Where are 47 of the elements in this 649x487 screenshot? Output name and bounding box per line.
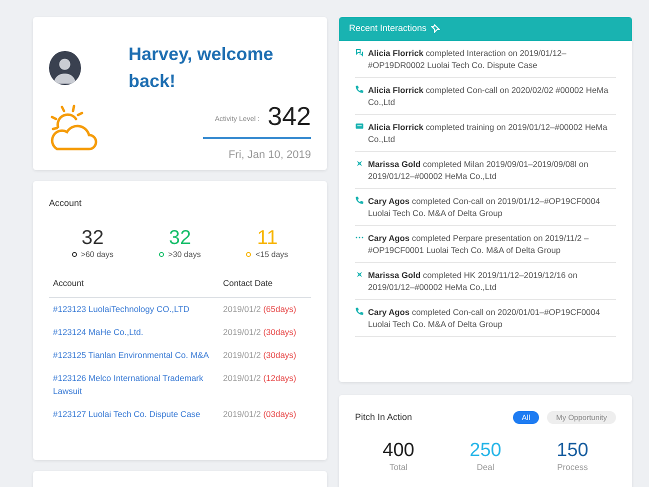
stat-label: Process <box>556 461 588 474</box>
table-cell: 2019/01/2 (12days) <box>223 372 296 385</box>
stat-label: >30 days <box>168 248 201 260</box>
phone-icon <box>355 196 364 204</box>
card-title: Account <box>49 197 83 210</box>
stat-value: 32 <box>80 226 105 248</box>
plane-icon <box>355 158 364 168</box>
phone-icon <box>355 306 364 316</box>
pin-icon <box>430 24 440 34</box>
interaction-text: Alicia Florrick completed training on 2019/01/12–#00002 HeMa Co.,Ltd <box>368 120 608 144</box>
interaction-text: Cary Agos completed Perpare presentation on 2019/11/2 –#OP19CF0001 Luolai Tech Co. M&A of Delta Group <box>368 232 590 256</box>
table-cell: 2019/01/2 (30days) <box>223 349 296 362</box>
interaction-text: Alicia Florrick completed Con-call on 2020/02/02 #00002 HeMa Co.,Ltd <box>368 84 610 108</box>
stat-label: Total <box>388 461 408 474</box>
stat-label: >60 days <box>80 248 114 260</box>
table-cell: 2019/01/2 (03days) <box>223 408 296 421</box>
interaction-text: Cary Agos completed Con-call on 2019/01/12–#OP19CF0004 Luolai Tech Co. M&A of Delta Group <box>368 194 602 218</box>
card-icon <box>355 122 364 130</box>
activity-value: 342 <box>268 103 311 129</box>
table-cell: 2019/01/2 (65days) <box>223 303 296 316</box>
interaction-text: Cary Agos completed Con-call on 2020/01/01–#OP19CF0004 Luolai Tech Co. M&A of Delta Group <box>368 306 602 330</box>
card-title: Pitch In Action <box>355 411 412 424</box>
account-link[interactable]: #123127 Luolai Tech Co. Dispute Case <box>53 408 218 422</box>
welcome-heading: Harvey, welcome back! <box>128 43 274 93</box>
stat-label: <15 days <box>255 248 288 260</box>
account-link[interactable]: #123125 Tianlan Environmental Co. M&A <box>53 349 218 362</box>
table-cell: 2019/01/2 (30days) <box>223 326 296 339</box>
account-link[interactable]: #123126 Melco International Trademark Lawsuit <box>53 372 218 398</box>
account-link[interactable]: #123124 MaHe Co.,Ltd. <box>53 326 218 340</box>
account-link[interactable]: #123123 LuolaiTechnology CO.,LTD <box>53 303 218 316</box>
stat-value: 250 <box>470 440 502 462</box>
stat-label: Deal <box>476 461 496 474</box>
interaction-text: Marissa Gold completed Milan 2019/09/01–2019/09/08l on 2019/01/12–#00002 HeMa Co.,Ltd <box>368 158 590 182</box>
stat-value: 400 <box>382 440 414 462</box>
card-title: Recent Interactions <box>349 22 427 35</box>
plane-icon <box>355 270 364 278</box>
phone-icon <box>355 84 364 94</box>
column-header: Contact Date <box>223 276 273 290</box>
date-text: Fri, Jan 10, 2019 <box>228 148 311 163</box>
stat-value: 150 <box>556 440 588 462</box>
avatar <box>49 51 81 85</box>
chat-icon <box>355 48 364 56</box>
stat-value: 32 <box>168 226 192 248</box>
column-header: Account <box>53 276 85 290</box>
stat-value: 11 <box>256 226 279 248</box>
interaction-text: Marissa Gold completed HK 2019/11/12–2019/12/16 on 2019/01/12–#00002 HeMa Co.,Ltd <box>368 268 578 292</box>
interaction-text: Alicia Florrick completed Interaction on 2019/01/12–#OP19DR0002 Luolai Tech Co. Dispute Case <box>368 46 568 70</box>
